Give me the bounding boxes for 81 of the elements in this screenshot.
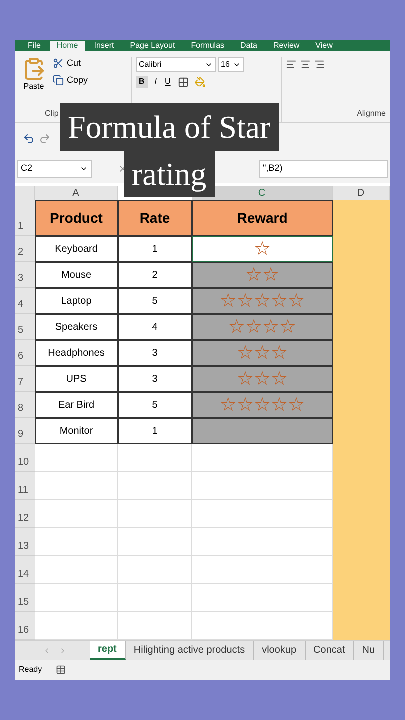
table-cell: Headphones bbox=[35, 340, 118, 366]
column-heading: Rate bbox=[118, 200, 192, 236]
row-number: 6 bbox=[15, 340, 35, 366]
align-left-icon[interactable] bbox=[286, 59, 297, 70]
underline-button[interactable]: U bbox=[164, 76, 172, 88]
row-number: 5 bbox=[15, 314, 35, 340]
table-cell: Keyboard bbox=[35, 236, 118, 262]
table-cell: Monitor bbox=[35, 418, 118, 444]
row-number: 15 bbox=[15, 584, 35, 612]
sheet-tab[interactable]: rept bbox=[90, 641, 126, 660]
group-label: Clip bbox=[45, 108, 60, 120]
table-cell bbox=[333, 200, 390, 236]
cut-button[interactable]: Cut bbox=[53, 57, 88, 70]
ribbon-tab[interactable]: Page Layout bbox=[123, 41, 182, 51]
status-text: Ready bbox=[19, 664, 42, 676]
clipboard-icon bbox=[22, 57, 46, 81]
name-box[interactable]: C2 bbox=[17, 160, 92, 178]
caption: rating bbox=[124, 151, 215, 197]
table-cell: 1 bbox=[118, 418, 192, 444]
italic-button[interactable]: I bbox=[154, 76, 158, 88]
redo-icon[interactable] bbox=[39, 133, 51, 145]
row-number: 12 bbox=[15, 500, 35, 528]
row-number: 16 bbox=[15, 612, 35, 640]
font-size-field[interactable]: 16 bbox=[218, 57, 244, 72]
ribbon-tab[interactable]: Review bbox=[266, 41, 307, 51]
borders-icon[interactable] bbox=[178, 76, 189, 88]
table-cell: ☆☆☆☆ bbox=[192, 314, 333, 340]
table-cell: 3 bbox=[118, 366, 192, 392]
font-name-field[interactable]: Calibri bbox=[136, 57, 216, 72]
paste-button[interactable]: Paste bbox=[19, 57, 49, 93]
table-cell: ☆☆☆☆☆ bbox=[192, 392, 333, 418]
group-label: Alignme bbox=[357, 108, 386, 120]
row-number: 14 bbox=[15, 556, 35, 584]
ribbon-tab[interactable]: Insert bbox=[87, 41, 122, 51]
row-number: 3 bbox=[15, 262, 35, 288]
ribbon-tab[interactable]: File bbox=[21, 41, 48, 51]
table-cell: 5 bbox=[118, 392, 192, 418]
column-header[interactable]: D bbox=[333, 186, 390, 201]
scissors-icon bbox=[53, 58, 64, 70]
table-cell: Laptop bbox=[35, 288, 118, 314]
fill-color-icon[interactable] bbox=[194, 76, 206, 88]
table-cell: ☆☆ bbox=[192, 262, 333, 288]
table-cell: 3 bbox=[118, 340, 192, 366]
table-cell bbox=[333, 612, 390, 640]
table-cell: 4 bbox=[118, 314, 192, 340]
row-number: 4 bbox=[15, 288, 35, 314]
row-number: 10 bbox=[15, 444, 35, 472]
caption: Formula of Star bbox=[60, 103, 279, 151]
column-header[interactable]: A bbox=[35, 186, 118, 201]
ribbon-tab[interactable]: View bbox=[308, 41, 340, 51]
align-center-icon[interactable] bbox=[300, 59, 311, 70]
column-heading: Product bbox=[35, 200, 118, 236]
table-cell: ☆ bbox=[192, 236, 333, 262]
table-cell: Speakers bbox=[35, 314, 118, 340]
table-cell: 5 bbox=[118, 288, 192, 314]
table-cell: Ear Bird bbox=[35, 392, 118, 418]
column-heading: Reward bbox=[192, 200, 333, 236]
dropdown-icon bbox=[80, 165, 88, 173]
bold-button[interactable]: B bbox=[136, 76, 148, 88]
row-number: 2 bbox=[15, 236, 35, 262]
copy-button[interactable]: Copy bbox=[53, 74, 88, 87]
copy-icon bbox=[53, 74, 64, 86]
table-cell: 1 bbox=[118, 236, 192, 262]
ribbon-tab[interactable]: Home bbox=[50, 41, 86, 51]
table-cell: Mouse bbox=[35, 262, 118, 288]
row-number: 11 bbox=[15, 472, 35, 500]
table-cell: UPS bbox=[35, 366, 118, 392]
row-number: 8 bbox=[15, 392, 35, 418]
ribbon-tab[interactable]: Data bbox=[234, 41, 264, 51]
row-number: 13 bbox=[15, 528, 35, 556]
row-number: 9 bbox=[15, 418, 35, 444]
align-right-icon[interactable] bbox=[314, 59, 325, 70]
formula-field[interactable]: ",B2) bbox=[259, 160, 388, 178]
table-cell: ☆☆☆ bbox=[192, 340, 333, 366]
table-cell: ☆☆☆ bbox=[192, 366, 333, 392]
row-number: 1 bbox=[15, 200, 35, 236]
ribbon-tab[interactable]: Formulas bbox=[184, 41, 232, 51]
table-cell: ☆☆☆☆☆ bbox=[192, 288, 333, 314]
table-cell: 2 bbox=[118, 262, 192, 288]
undo-icon[interactable] bbox=[23, 133, 35, 145]
row-number: 7 bbox=[15, 366, 35, 392]
